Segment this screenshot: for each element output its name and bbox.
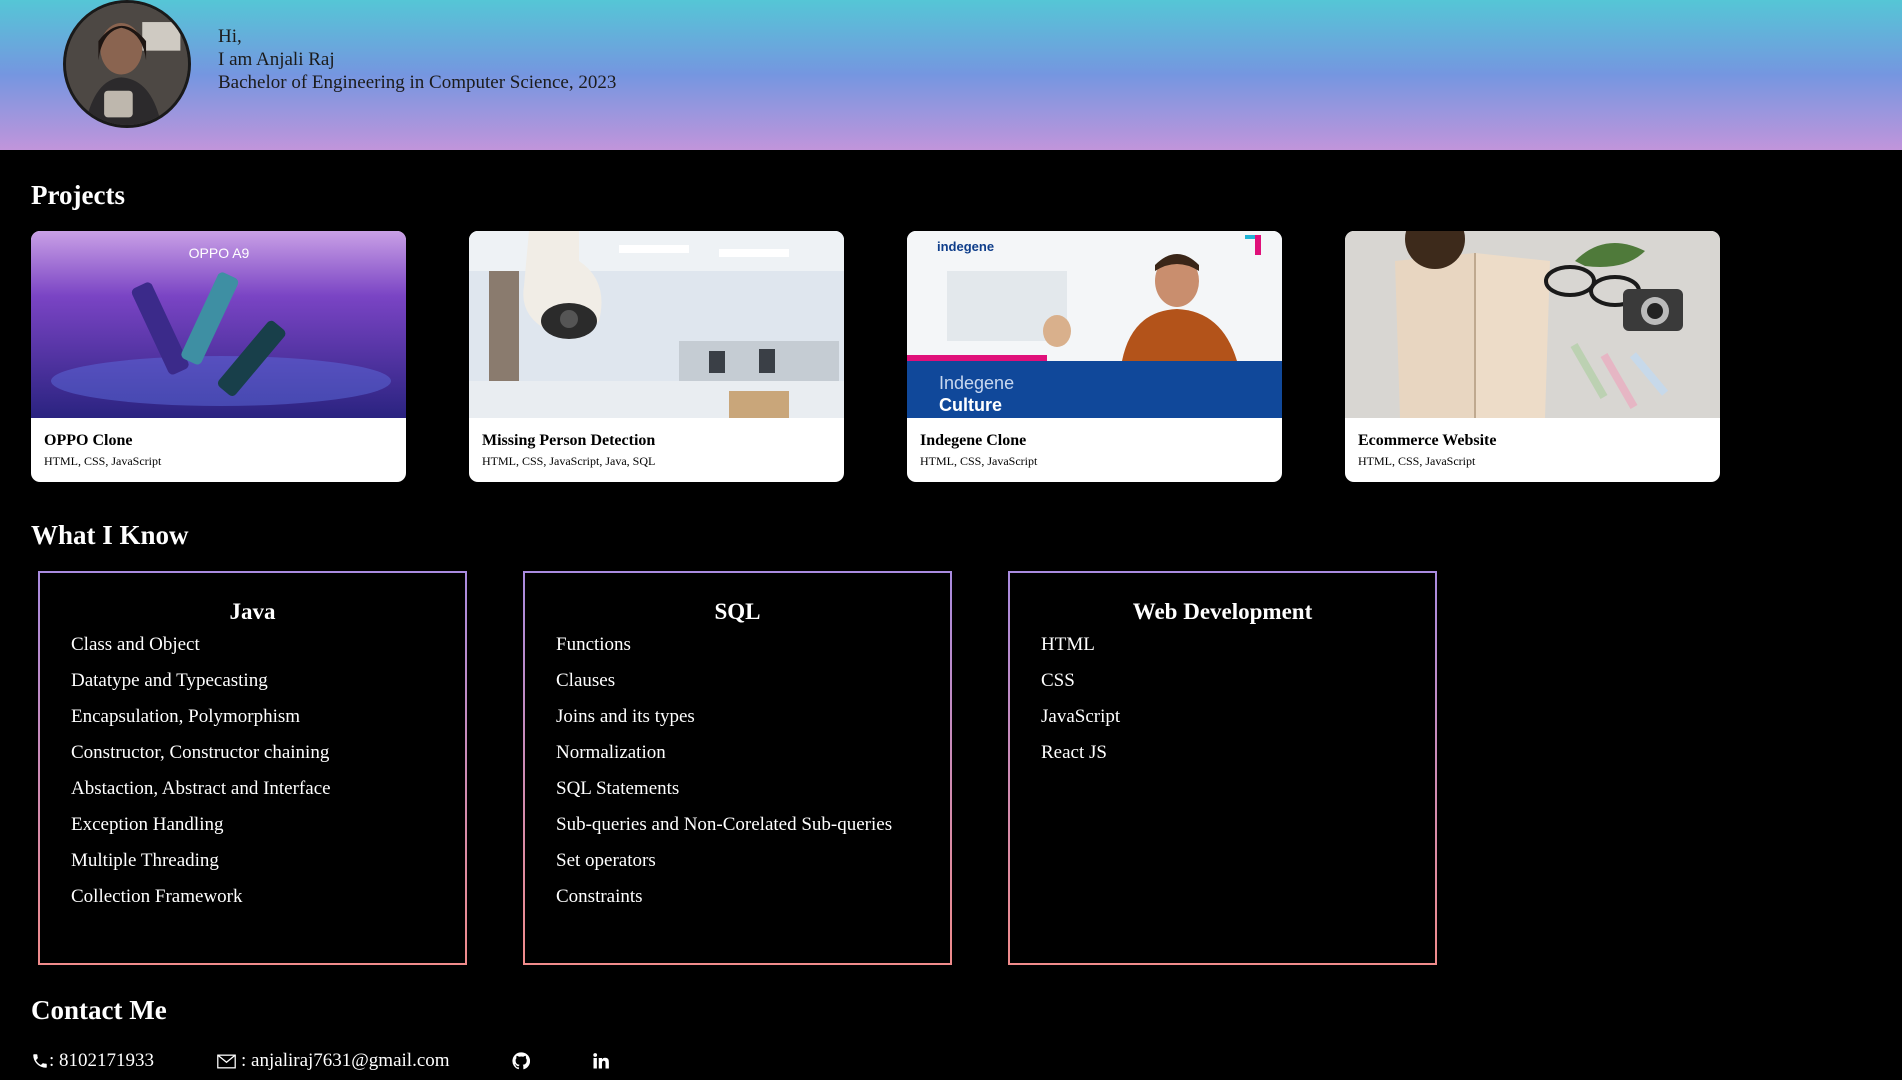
contact-row: : 8102171933 : anjaliraj7631@gmail.com [31, 1050, 610, 1072]
project-title: OPPO Clone [44, 432, 133, 449]
project-title: Ecommerce Website [1358, 432, 1497, 449]
project-card-indegene[interactable]: indegene Indegene Culture Indegene Clone… [907, 231, 1282, 482]
skill-box-title: Web Development [1132, 599, 1313, 624]
skill-item: Multiple Threading [71, 850, 219, 871]
skill-box-title: SQL [714, 599, 761, 624]
project-card-oppo[interactable]: OPPO A9 OPPO Clone HTML, CSS, JavaScript [31, 231, 406, 482]
email-address: : anjaliraj7631@gmail.com [241, 1050, 450, 1071]
degree-text: Bachelor of Engineering in Computer Scie… [218, 72, 617, 93]
skill-item: Set operators [556, 850, 656, 871]
skills-list: Java Class and Object Datatype and Typec… [38, 571, 1437, 965]
skill-item: Abstaction, Abstract and Interface [71, 778, 331, 799]
github-icon [512, 1052, 530, 1070]
phone-number: : 8102171933 [49, 1050, 155, 1071]
skill-item: Encapsulation, Polymorphism [71, 706, 301, 727]
phone-icon [31, 1052, 49, 1070]
contact-phone[interactable]: : 8102171933 [31, 1050, 154, 1072]
project-image-oppo: OPPO A9 [31, 231, 406, 418]
skill-item: Constructor, Constructor chaining [71, 742, 330, 763]
project-title: Missing Person Detection [482, 432, 656, 449]
greeting-text: Hi, [218, 26, 242, 47]
skill-box-java: Java Class and Object Datatype and Typec… [38, 571, 467, 965]
project-card-missing-person[interactable]: Missing Person Detection HTML, CSS, Java… [469, 231, 844, 482]
skill-items: HTML CSS JavaScript React JS [1010, 633, 1381, 764]
indegene-caption-1: Indegene [939, 373, 1014, 393]
skill-item: React JS [1041, 742, 1107, 763]
skill-box-web-development: Web Development HTML CSS JavaScript Reac… [1008, 571, 1437, 965]
skill-items: Functions Clauses Joins and its types No… [525, 633, 896, 908]
linkedin-icon [592, 1052, 610, 1070]
project-tech: HTML, CSS, JavaScript, Java, SQL [482, 454, 656, 468]
contact-email[interactable]: : anjaliraj7631@gmail.com [217, 1050, 450, 1072]
skill-item: Class and Object [71, 634, 200, 655]
projects-heading: Projects [31, 180, 125, 210]
skill-items: Class and Object Datatype and Typecastin… [40, 633, 411, 908]
indegene-brand: indegene [937, 239, 994, 254]
skill-item: Functions [556, 634, 631, 655]
name-text: I am Anjali Raj [218, 49, 335, 70]
profile-avatar [63, 0, 191, 128]
oppo-image-title: OPPO A9 [189, 245, 250, 261]
skill-item: CSS [1041, 670, 1075, 691]
skill-item: Normalization [556, 742, 666, 763]
project-tech: HTML, CSS, JavaScript [44, 454, 162, 468]
skills-heading: What I Know [31, 520, 189, 550]
skill-item: HTML [1041, 634, 1095, 655]
skill-box-title: Java [229, 599, 276, 624]
project-image-missing-person [469, 231, 844, 418]
github-link[interactable] [512, 1052, 530, 1070]
project-card-ecommerce[interactable]: Ecommerce Website HTML, CSS, JavaScript [1345, 231, 1720, 482]
project-tech: HTML, CSS, JavaScript [920, 454, 1038, 468]
skill-item: Datatype and Typecasting [71, 670, 268, 691]
contact-heading: Contact Me [31, 995, 167, 1025]
linkedin-link[interactable] [592, 1052, 610, 1070]
skill-item: Sub-queries and Non-Corelated Sub-querie… [556, 814, 893, 835]
skill-item: Constraints [556, 886, 643, 907]
projects-list: OPPO A9 OPPO Clone HTML, CSS, JavaScript [31, 231, 1720, 482]
project-title: Indegene Clone [920, 432, 1027, 449]
skill-item: JavaScript [1041, 706, 1121, 727]
project-tech: HTML, CSS, JavaScript [1358, 454, 1476, 468]
skill-item: Exception Handling [71, 814, 224, 835]
project-image-ecommerce [1345, 231, 1720, 418]
skill-item: Clauses [556, 670, 616, 691]
project-image-indegene: indegene Indegene Culture [907, 231, 1282, 418]
intro-text: Hi, I am Anjali Raj Bachelor of Engineer… [218, 25, 616, 94]
profile-header: Hi, I am Anjali Raj Bachelor of Engineer… [0, 0, 1902, 150]
indegene-caption-2: Culture [939, 395, 1002, 415]
skill-item: Joins and its types [556, 706, 695, 727]
mail-icon [217, 1054, 236, 1069]
skill-box-sql: SQL Functions Clauses Joins and its type… [523, 571, 952, 965]
skill-item: SQL Statements [556, 778, 680, 799]
skill-item: Collection Framework [71, 886, 243, 907]
